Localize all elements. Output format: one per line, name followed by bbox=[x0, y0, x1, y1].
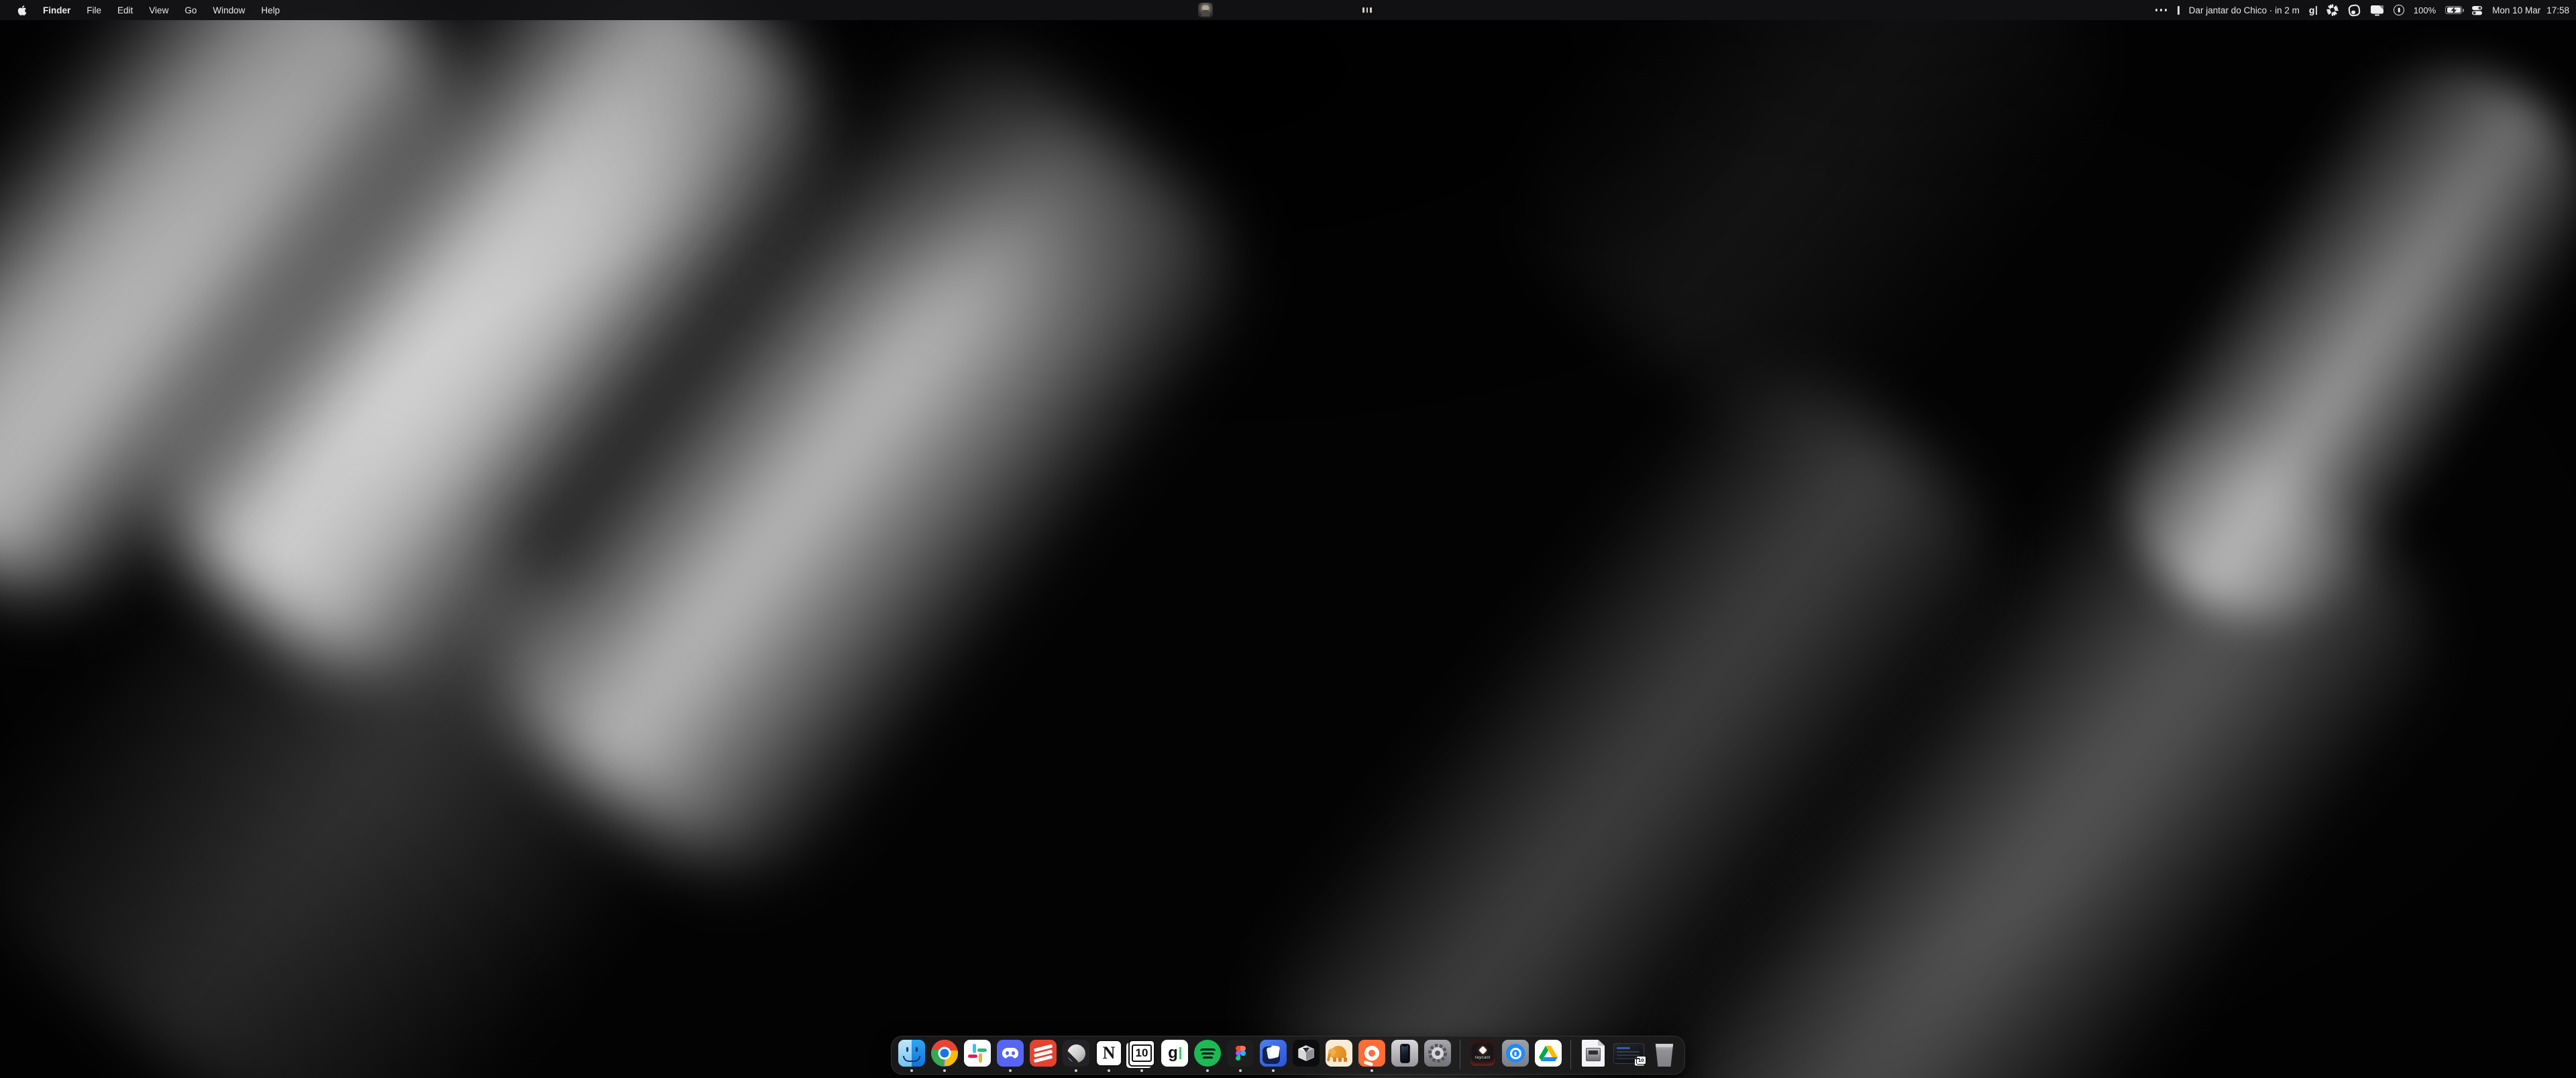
dock-app-craft[interactable] bbox=[1260, 1040, 1287, 1068]
dock-app-discord[interactable] bbox=[997, 1040, 1024, 1068]
dock: N 10 g bbox=[891, 1036, 1685, 1075]
spotify-icon bbox=[1194, 1040, 1221, 1067]
running-indicator bbox=[1239, 1069, 1242, 1072]
dock-app-finder[interactable] bbox=[898, 1040, 925, 1068]
mammoth-icon bbox=[1326, 1040, 1352, 1067]
chrome-icon bbox=[931, 1040, 958, 1067]
menu-bar: Finder File Edit View Go Window Help Dar… bbox=[0, 0, 2576, 20]
clock-time: 17:58 bbox=[2546, 5, 2569, 15]
overflow-ellipsis-icon[interactable] bbox=[2154, 9, 2169, 11]
google-drive-icon bbox=[1535, 1040, 1562, 1067]
flower-burst-icon[interactable] bbox=[2326, 4, 2339, 16]
linear-icon bbox=[1063, 1040, 1089, 1067]
raycast-icon: raycast bbox=[1469, 1040, 1496, 1067]
granola-letter: g bbox=[1168, 1044, 1178, 1063]
dock-separator bbox=[1570, 1040, 1571, 1069]
menu-view[interactable]: View bbox=[141, 0, 176, 20]
running-indicator bbox=[1108, 1069, 1110, 1072]
todoist-icon bbox=[1030, 1040, 1057, 1067]
iphone-mirroring-icon bbox=[1391, 1040, 1418, 1067]
dock-app-spotify[interactable] bbox=[1194, 1040, 1221, 1068]
dock-app-chrome[interactable] bbox=[931, 1040, 958, 1068]
display-icon[interactable] bbox=[2370, 5, 2384, 16]
gear-icon bbox=[1424, 1040, 1451, 1067]
running-indicator bbox=[910, 1069, 913, 1072]
dock-app-mammoth[interactable] bbox=[1326, 1040, 1352, 1068]
3d-cube-icon bbox=[1293, 1040, 1320, 1067]
dock-app-1password[interactable] bbox=[1502, 1040, 1529, 1068]
minimized-window-thumbnail: 10 bbox=[1613, 1043, 1644, 1064]
granola-icon[interactable]: g bbox=[2309, 5, 2317, 15]
menu-help[interactable]: Help bbox=[253, 0, 288, 20]
1password-icon[interactable] bbox=[2394, 5, 2404, 15]
hidden-items-icon[interactable] bbox=[1362, 7, 1372, 13]
notion-icon: N bbox=[1095, 1040, 1122, 1067]
dock-app-todoist[interactable] bbox=[1030, 1040, 1057, 1068]
running-indicator bbox=[1272, 1069, 1275, 1072]
menu-bar-right: Dar jantar do Chico · in 2 m g bbox=[2154, 0, 2569, 20]
notion-letter: N bbox=[1103, 1043, 1116, 1063]
menu-edit[interactable]: Edit bbox=[109, 0, 141, 20]
clock-date: Mon 10 Mar bbox=[2492, 5, 2540, 15]
dock-app-postman[interactable] bbox=[1358, 1040, 1385, 1068]
slack-icon bbox=[964, 1040, 991, 1067]
clock[interactable]: Mon 10 Mar 17:58 bbox=[2492, 5, 2569, 15]
running-indicator bbox=[943, 1069, 946, 1072]
menu-app-name[interactable]: Finder bbox=[35, 0, 78, 20]
running-indicator bbox=[1206, 1069, 1209, 1072]
desktop: Finder File Edit View Go Window Help Dar… bbox=[0, 0, 2576, 1078]
dock-app-spline[interactable] bbox=[1293, 1040, 1320, 1068]
battery-icon[interactable] bbox=[2445, 6, 2462, 15]
dock-app-granola[interactable]: g bbox=[1161, 1040, 1188, 1068]
running-indicator bbox=[1371, 1069, 1373, 1072]
menu-file[interactable]: File bbox=[78, 0, 109, 20]
running-indicator bbox=[1075, 1069, 1077, 1072]
dock-app-linear[interactable] bbox=[1063, 1040, 1089, 1068]
figma-icon bbox=[1227, 1040, 1254, 1067]
running-indicator bbox=[1009, 1069, 1012, 1072]
dock-app-notion[interactable]: N bbox=[1095, 1040, 1122, 1068]
battery-percentage: 100% bbox=[2414, 5, 2436, 15]
dock-app-notion-calendar[interactable]: 10 bbox=[1128, 1040, 1155, 1068]
wallpaper bbox=[0, 0, 2576, 1078]
menu-go[interactable]: Go bbox=[176, 0, 205, 20]
dock-app-figma[interactable] bbox=[1227, 1040, 1254, 1068]
screen-studio-icon[interactable] bbox=[2348, 4, 2361, 17]
menu-window[interactable]: Window bbox=[205, 0, 253, 20]
dock-app-raycast[interactable]: raycast bbox=[1469, 1040, 1496, 1068]
trash-icon bbox=[1651, 1040, 1678, 1067]
discord-icon bbox=[997, 1040, 1024, 1067]
dock-app-google-drive[interactable] bbox=[1535, 1040, 1562, 1068]
notion-calendar-icon: 10 bbox=[1128, 1040, 1155, 1067]
dock-container: N 10 g bbox=[0, 1036, 2576, 1075]
postman-icon bbox=[1358, 1040, 1385, 1067]
dock-minimized-window[interactable]: 10 bbox=[1613, 1040, 1645, 1068]
menu-bar-left: Finder File Edit View Go Window Help bbox=[0, 0, 288, 20]
craft-icon bbox=[1260, 1040, 1287, 1067]
dock-file-archive[interactable] bbox=[1580, 1040, 1607, 1068]
running-indicator bbox=[1140, 1069, 1143, 1072]
dock-app-system-settings[interactable] bbox=[1424, 1040, 1451, 1068]
finder-icon bbox=[898, 1040, 925, 1067]
archive-file-icon bbox=[1582, 1040, 1605, 1067]
raycast-label: raycast bbox=[1474, 1055, 1490, 1060]
control-center-icon[interactable] bbox=[2471, 5, 2483, 15]
wallpaper-vignette bbox=[0, 0, 2576, 1078]
apple-menu-icon[interactable] bbox=[9, 0, 35, 20]
dock-app-iphone-mirroring[interactable] bbox=[1391, 1040, 1418, 1068]
calendar-event-item[interactable]: Dar jantar do Chico · in 2 m bbox=[2189, 5, 2300, 15]
dock-trash[interactable] bbox=[1651, 1040, 1678, 1068]
1password-app-icon bbox=[1502, 1040, 1529, 1067]
camera-preview-icon[interactable] bbox=[1198, 3, 1213, 17]
granola-app-icon: g bbox=[1161, 1040, 1188, 1067]
calendar-date-number: 10 bbox=[1132, 1044, 1152, 1062]
notion-calendar-badge-icon: 10 bbox=[1636, 1056, 1646, 1065]
granola-letter: g bbox=[2309, 5, 2315, 15]
dock-app-slack[interactable] bbox=[964, 1040, 991, 1068]
menu-bar-separator bbox=[2178, 6, 2180, 15]
